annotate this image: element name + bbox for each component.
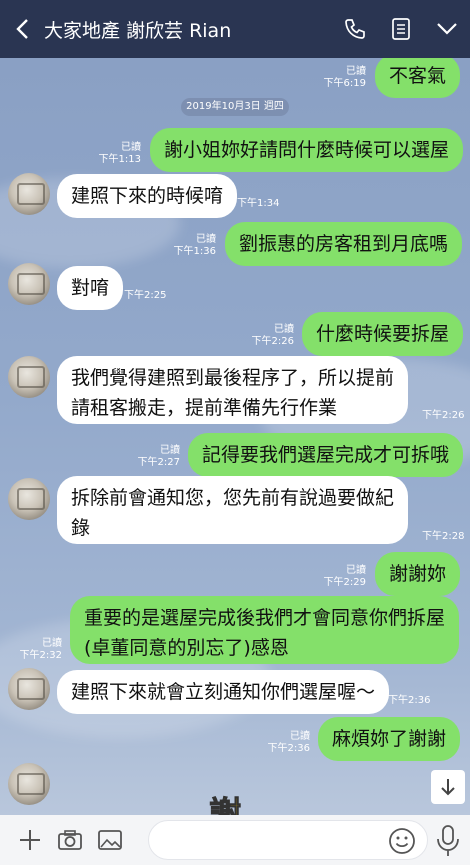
message-bubble-incoming[interactable]: 拆除前會通知您，您先前有說過要做紀 錄 bbox=[57, 476, 409, 544]
message-line: 重要的是選屋完成後我們才會同意你們拆屋 bbox=[84, 607, 446, 629]
message-bubble-incoming[interactable]: 對唷 bbox=[57, 266, 124, 310]
avatar[interactable] bbox=[8, 763, 50, 805]
message-line: 請租客搬走，提前準備先行作業 bbox=[71, 397, 338, 419]
phone-icon[interactable] bbox=[332, 0, 378, 58]
sticker[interactable]: 謝 bbox=[100, 778, 360, 816]
message-bubble-outgoing[interactable]: 記得要我們選屋完成才可拆哦 bbox=[188, 433, 464, 477]
message-time: 下午2:36 bbox=[388, 695, 431, 706]
chat-area[interactable]: 已讀 下午6:19 不客氣 2019年10月3日 週四 已讀 下午1:13 謝小姐妳… bbox=[0, 58, 470, 815]
avatar[interactable] bbox=[8, 668, 50, 710]
message-bubble-outgoing[interactable]: 重要的是選屋完成後我們才會同意你們拆屋 (卓董同意的別忘了)感恩 bbox=[70, 596, 460, 664]
message-bubble-outgoing[interactable]: 不客氣 bbox=[375, 58, 461, 98]
chevron-down-icon[interactable] bbox=[424, 0, 470, 58]
message-input[interactable] bbox=[163, 821, 393, 859]
message-time: 下午2:26 bbox=[422, 410, 465, 421]
message-bubble-outgoing[interactable]: 什麼時候要拆屋 bbox=[302, 312, 464, 356]
message-meta: 已讀 下午1:13 bbox=[98, 142, 141, 165]
message-input-box[interactable] bbox=[148, 820, 428, 860]
image-icon[interactable] bbox=[90, 815, 130, 865]
camera-icon[interactable] bbox=[50, 815, 90, 865]
message-time: 下午2:25 bbox=[124, 290, 167, 301]
chat-title: 大家地產 謝欣芸 Rian bbox=[44, 19, 232, 42]
back-arrow-icon[interactable] bbox=[0, 0, 44, 58]
message-line: 拆除前會通知您，您先前有說過要做紀 bbox=[71, 487, 395, 509]
message-bubble-outgoing[interactable]: 謝小姐妳好請問什麼時候可以選屋 bbox=[150, 128, 464, 172]
message-line: 錄 bbox=[71, 517, 91, 539]
message-bubble-incoming[interactable]: 我們覺得建照到最後程序了，所以提前 請租客搬走，提前準備先行作業 bbox=[57, 356, 409, 424]
message-meta: 已讀 下午2:27 bbox=[137, 445, 180, 468]
arrow-down-icon bbox=[441, 779, 455, 796]
message-meta: 已讀 下午2:36 bbox=[267, 731, 310, 754]
message-bubble-outgoing[interactable]: 劉振惠的房客租到月底嗎 bbox=[225, 222, 463, 266]
message-meta: 已讀 下午2:26 bbox=[251, 324, 294, 347]
message-bubble-incoming[interactable]: 建照下來就會立刻通知你們選屋喔～ bbox=[57, 670, 390, 714]
message-line: 我們覺得建照到最後程序了，所以提前 bbox=[71, 367, 395, 389]
microphone-icon[interactable] bbox=[434, 824, 462, 858]
scroll-down-button[interactable] bbox=[431, 770, 465, 804]
message-meta: 已讀 下午6:19 bbox=[323, 66, 366, 89]
message-time: 下午1:34 bbox=[237, 198, 280, 209]
sticker-text: 謝 bbox=[209, 794, 241, 815]
emoji-icon[interactable] bbox=[388, 827, 416, 855]
message-time: 下午2:28 bbox=[422, 531, 465, 542]
date-separator: 2019年10月3日 週四 bbox=[181, 98, 289, 116]
note-icon[interactable] bbox=[378, 0, 424, 58]
plus-icon[interactable] bbox=[10, 815, 50, 865]
message-bubble-outgoing[interactable]: 麻煩妳了謝謝 bbox=[318, 717, 461, 761]
avatar[interactable] bbox=[8, 263, 50, 305]
message-meta: 已讀 下午2:29 bbox=[323, 565, 366, 588]
avatar[interactable] bbox=[8, 478, 50, 520]
message-bubble-outgoing[interactable]: 謝謝妳 bbox=[375, 552, 461, 596]
avatar[interactable] bbox=[8, 173, 50, 215]
message-bubble-incoming[interactable]: 建照下來的時候唷 bbox=[57, 174, 238, 218]
avatar[interactable] bbox=[8, 356, 50, 398]
message-line: (卓董同意的別忘了)感恩 bbox=[84, 637, 289, 659]
message-meta: 已讀 下午2:32 bbox=[19, 638, 62, 661]
chat-header: 大家地產 謝欣芸 Rian bbox=[0, 0, 470, 58]
message-meta: 已讀 下午1:36 bbox=[173, 234, 216, 257]
